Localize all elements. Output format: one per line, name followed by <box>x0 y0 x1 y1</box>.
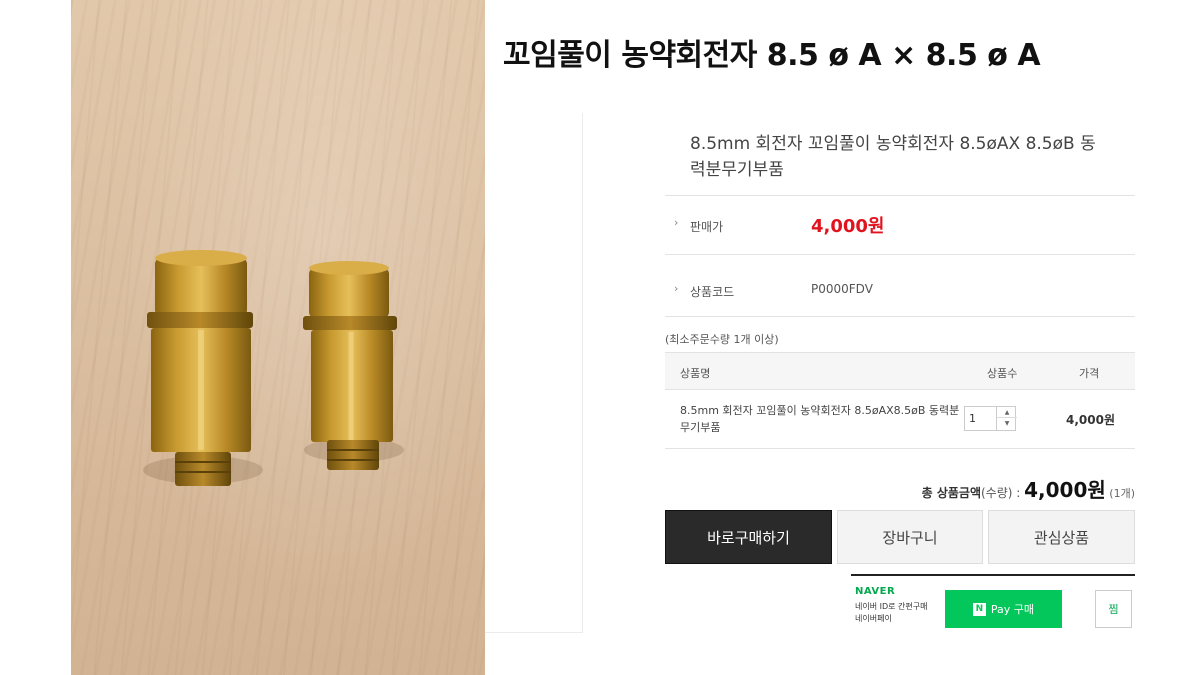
min-order-note: (최소주문수량 1개 이상) <box>665 333 779 346</box>
left-fitting <box>147 250 253 486</box>
quantity-up-icon[interactable]: ▲ <box>997 407 1017 418</box>
total-amount: 총 상품금액(수량) : 4,000원 (1개) <box>922 474 1135 503</box>
divider-vertical <box>582 113 583 633</box>
naver-pay-description: 네이버 ID로 간편구매 네이버페이 <box>855 601 945 625</box>
price-label: 판매가 <box>690 220 724 234</box>
code-label: 상품코드 <box>690 285 735 299</box>
price-value: 4,000원 <box>811 216 885 237</box>
quantity-input[interactable] <box>965 407 995 430</box>
option-price: 4,000원 <box>1066 413 1115 427</box>
naver-pay-button[interactable]: N Pay 구매 <box>945 590 1062 628</box>
separator <box>665 254 1135 255</box>
separator <box>665 316 1135 317</box>
option-product-name: 8.5mm 회전자 꼬임풀이 농약회전자 8.5øAX8.5øB 동력분무기부품 <box>680 404 960 434</box>
divider-bottom <box>485 632 583 633</box>
naver-zzim-button[interactable]: 찜 <box>1095 590 1132 628</box>
product-title: 8.5mm 회전자 꼬임풀이 농약회전자 8.5øAX 8.5øB 동력분무기부… <box>690 134 1096 180</box>
header-quantity: 상품수 <box>987 367 1018 380</box>
brass-fittings-illustration <box>143 250 404 486</box>
separator <box>665 195 1135 196</box>
quantity-stepper[interactable]: ▲ ▼ <box>964 406 1017 431</box>
wishlist-button[interactable]: 관심상품 <box>988 510 1135 564</box>
page-headline: 꼬임풀이 농약회전자 8.5 ø A × 8.5 ø A <box>503 38 1041 73</box>
naver-pay-desc-line1: 네이버 ID로 간편구매 <box>855 602 928 611</box>
bullet-icon: › <box>674 216 679 229</box>
naver-pay-desc-line2: 네이버페이 <box>855 614 892 623</box>
total-label: 총 상품금액 <box>921 486 981 500</box>
header-product-name: 상품명 <box>680 367 711 380</box>
naver-pay-section: NAVER 네이버 ID로 간편구매 네이버페이 N Pay 구매 찜 <box>851 574 1135 630</box>
bullet-icon: › <box>674 282 679 295</box>
product-photo <box>71 0 485 675</box>
separator <box>665 448 1135 449</box>
quantity-down-icon[interactable]: ▼ <box>997 418 1017 429</box>
buy-now-button[interactable]: 바로구매하기 <box>665 510 832 564</box>
total-price: 4,000원 <box>1024 478 1106 502</box>
header-price: 가격 <box>1079 367 1100 380</box>
naver-n-icon: N <box>972 602 986 616</box>
naver-pay-label: Pay 구매 <box>990 603 1035 616</box>
options-table-header: 상품명 상품수 가격 <box>665 352 1135 390</box>
naver-logo: NAVER <box>855 586 896 597</box>
total-count: (1개) <box>1105 487 1135 500</box>
add-to-cart-button[interactable]: 장바구니 <box>837 510 983 564</box>
right-fitting <box>303 261 397 470</box>
quantity-buttons: ▲ ▼ <box>996 407 1017 430</box>
code-value: P0000FDV <box>811 282 873 296</box>
total-sub: (수량) : <box>981 486 1025 500</box>
